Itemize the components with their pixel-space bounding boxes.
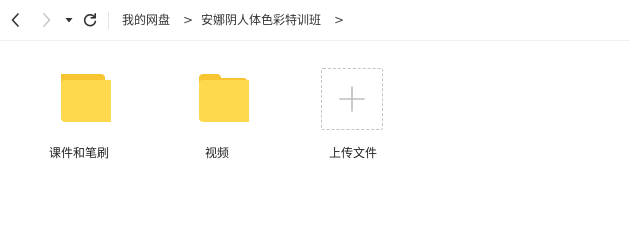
plus-icon <box>339 86 365 112</box>
refresh-button[interactable] <box>79 9 101 31</box>
breadcrumb-item-root[interactable]: 我的网盘 <box>122 12 170 29</box>
folder-name: 视频 <box>204 146 229 160</box>
folder-name: 课件和笔刷 <box>48 146 109 160</box>
breadcrumb-item-current[interactable]: 安娜阴人体色彩特训班 <box>201 12 321 29</box>
folder-item[interactable]: 课件和笔刷 <box>34 66 124 166</box>
folder-icon <box>61 74 111 122</box>
toolbar-divider <box>108 12 109 29</box>
upload-file-label: 上传文件 <box>328 146 377 160</box>
upload-file-button[interactable]: 上传文件 <box>308 66 398 166</box>
folder-icon <box>199 74 249 122</box>
folder-item[interactable]: 视频 <box>172 66 262 166</box>
forward-button[interactable] <box>35 9 57 31</box>
chevron-right-icon <box>43 13 51 27</box>
back-button[interactable] <box>5 9 27 31</box>
upload-drop-area[interactable] <box>321 68 383 130</box>
chevron-left-icon <box>11 13 19 27</box>
caret-down-icon <box>65 18 73 23</box>
refresh-icon <box>83 13 97 27</box>
history-dropdown-button[interactable] <box>59 9 79 31</box>
breadcrumb-separator: > <box>183 13 194 27</box>
breadcrumb-separator[interactable]: > <box>334 12 344 29</box>
navigation-toolbar: 我的网盘 > 安娜阴人体色彩特训班 > <box>0 0 630 41</box>
